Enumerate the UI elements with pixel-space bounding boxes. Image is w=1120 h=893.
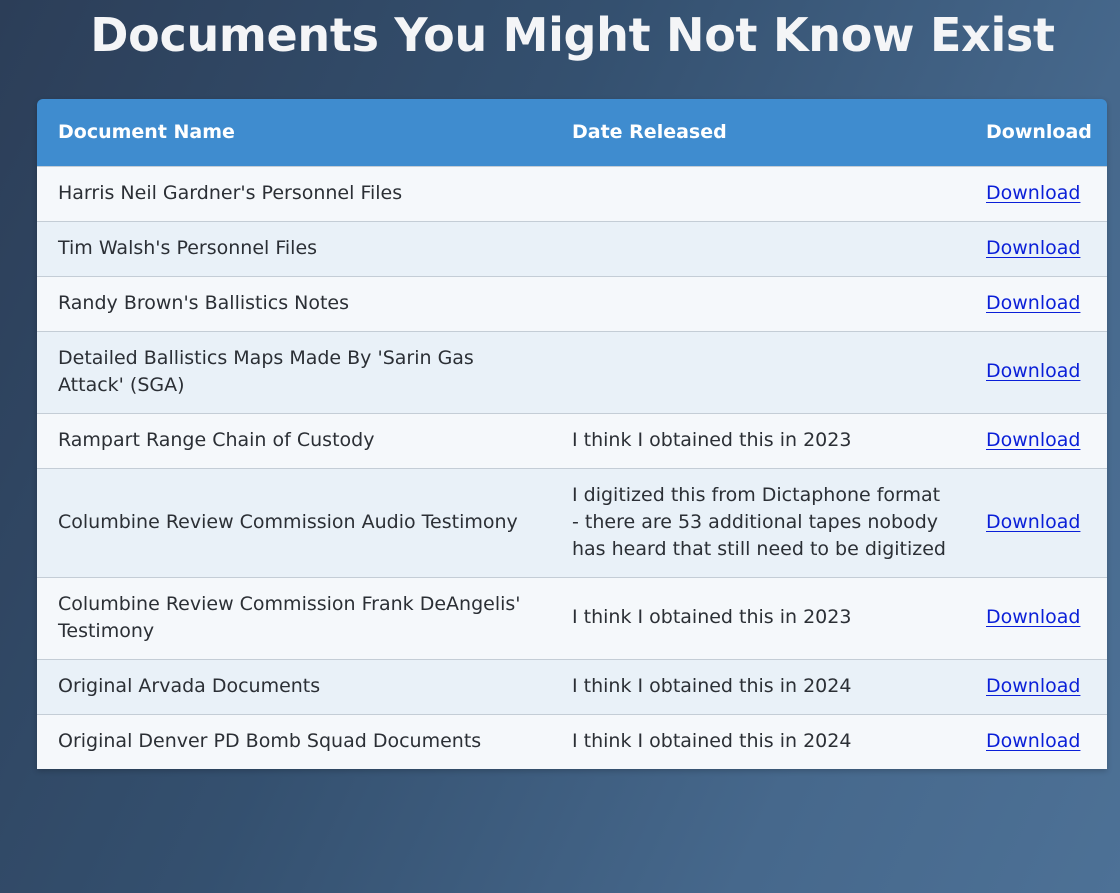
table-row: Columbine Review Commission Audio Testim… bbox=[37, 468, 1107, 577]
date-released-cell: I think I obtained this in 2024 bbox=[572, 729, 852, 752]
document-name-cell: Original Denver PD Bomb Squad Documents bbox=[58, 729, 482, 752]
download-link[interactable]: Download bbox=[986, 182, 1080, 204]
download-link[interactable]: Download bbox=[986, 237, 1080, 259]
date-released-cell bbox=[551, 166, 965, 221]
download-cell: Download bbox=[965, 468, 1107, 577]
table-row: Rampart Range Chain of Custody I think I… bbox=[37, 413, 1107, 468]
table-row: Tim Walsh's Personnel Files Download bbox=[37, 221, 1107, 276]
table-row: Original Arvada Documents I think I obta… bbox=[37, 659, 1107, 714]
table-row: Harris Neil Gardner's Personnel Files Do… bbox=[37, 166, 1107, 221]
date-released-cell: I digitized this from Dictaphone format … bbox=[572, 483, 946, 560]
download-cell: Download bbox=[965, 714, 1107, 769]
document-name-cell: Tim Walsh's Personnel Files bbox=[58, 236, 318, 259]
date-released-cell bbox=[551, 221, 965, 276]
date-released-cell: I think I obtained this in 2024 bbox=[572, 674, 852, 697]
document-name-cell: Columbine Review Commission Audio Testim… bbox=[58, 510, 518, 533]
download-cell: Download bbox=[965, 221, 1107, 276]
document-name-cell: Detailed Ballistics Maps Made By 'Sarin … bbox=[58, 346, 474, 396]
download-link[interactable]: Download bbox=[986, 292, 1080, 314]
document-name-cell: Original Arvada Documents bbox=[58, 674, 321, 697]
document-name-cell: Columbine Review Commission Frank DeAnge… bbox=[58, 592, 521, 642]
download-link[interactable]: Download bbox=[986, 429, 1080, 451]
column-header-download: Download bbox=[986, 121, 1092, 144]
table-row: Randy Brown's Ballistics Notes Download bbox=[37, 276, 1107, 331]
table-row: Columbine Review Commission Frank DeAnge… bbox=[37, 577, 1107, 659]
document-name-cell: Randy Brown's Ballistics Notes bbox=[58, 291, 350, 314]
table-body: Harris Neil Gardner's Personnel Files Do… bbox=[37, 166, 1107, 769]
date-released-cell: I think I obtained this in 2023 bbox=[572, 606, 852, 628]
documents-table: Document Name Date Released Download Har… bbox=[37, 99, 1107, 769]
document-name-cell: Rampart Range Chain of Custody bbox=[58, 428, 375, 451]
download-cell: Download bbox=[965, 577, 1107, 659]
download-link[interactable]: Download bbox=[986, 360, 1080, 382]
date-released-cell: I think I obtained this in 2023 bbox=[572, 428, 852, 451]
download-link[interactable]: Download bbox=[986, 730, 1080, 752]
documents-table-container: Document Name Date Released Download Har… bbox=[37, 99, 1107, 769]
download-link[interactable]: Download bbox=[986, 606, 1080, 628]
download-cell: Download bbox=[965, 166, 1107, 221]
document-name-cell: Harris Neil Gardner's Personnel Files bbox=[58, 181, 403, 204]
download-cell: Download bbox=[965, 276, 1107, 331]
table-row: Detailed Ballistics Maps Made By 'Sarin … bbox=[37, 331, 1107, 413]
date-released-cell bbox=[551, 331, 965, 413]
download-cell: Download bbox=[965, 331, 1107, 413]
table-row: Original Denver PD Bomb Squad Documents … bbox=[37, 714, 1107, 769]
download-cell: Download bbox=[965, 413, 1107, 468]
table-header: Document Name Date Released Download bbox=[37, 99, 1107, 166]
column-header-date-released: Date Released bbox=[572, 121, 727, 144]
download-cell: Download bbox=[965, 659, 1107, 714]
date-released-cell bbox=[551, 276, 965, 331]
column-header-document-name: Document Name bbox=[58, 121, 235, 144]
page-title: Documents You Might Not Know Exist bbox=[90, 8, 1055, 62]
download-link[interactable]: Download bbox=[986, 675, 1080, 697]
download-link[interactable]: Download bbox=[986, 511, 1080, 533]
table-header-row: Document Name Date Released Download bbox=[37, 99, 1107, 166]
